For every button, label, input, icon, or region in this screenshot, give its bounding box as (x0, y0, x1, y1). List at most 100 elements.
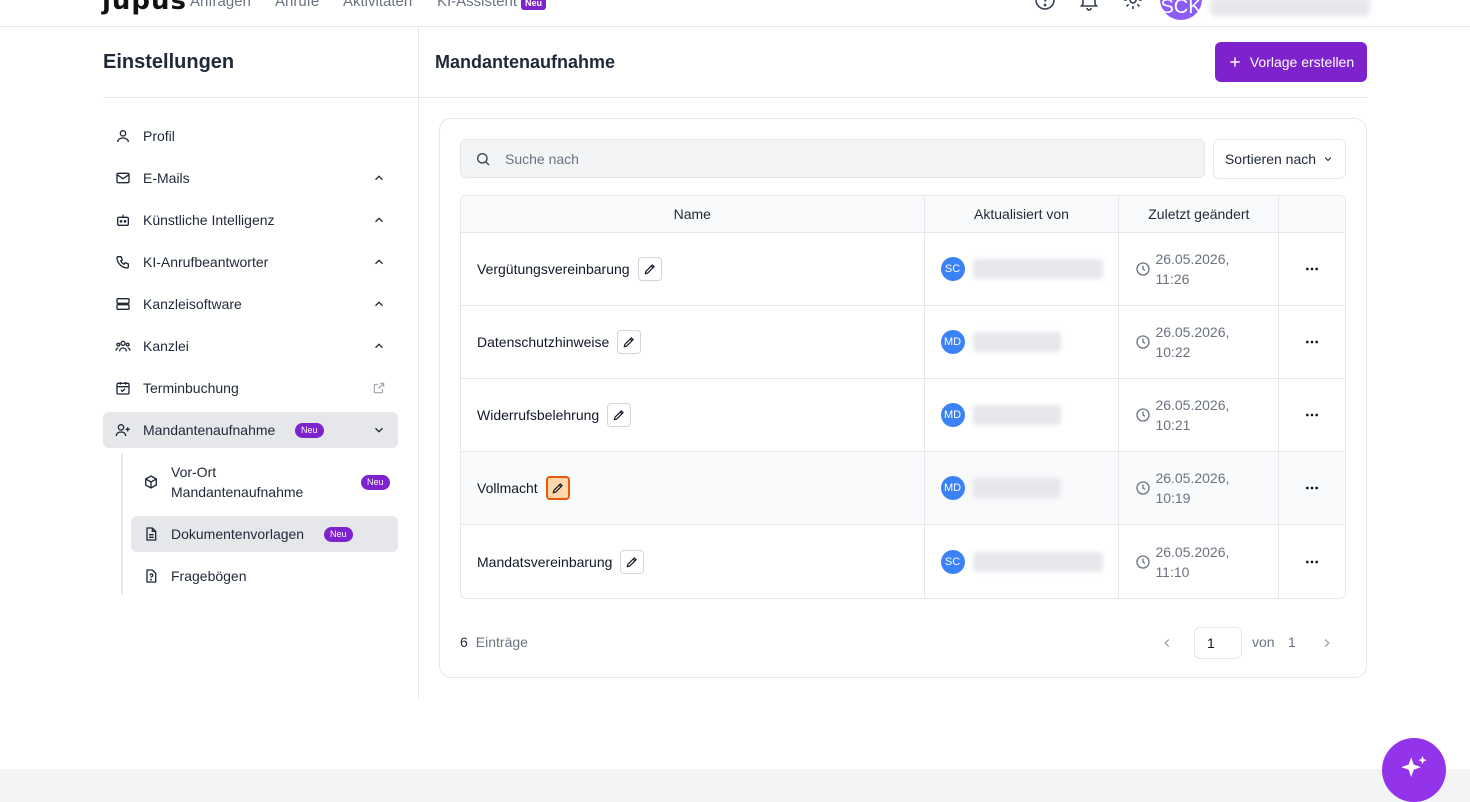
table-row[interactable]: Vergütungsvereinbarung SC 26.05.2026, 11… (461, 233, 1345, 306)
last-changed-date: 26.05.2026, 11:10 (1155, 543, 1230, 580)
user-avatar[interactable]: SCK (1160, 0, 1202, 20)
phone-icon (116, 256, 129, 269)
chevron-up-icon[interactable] (372, 213, 386, 227)
updated-by-cell: MD (924, 452, 1120, 525)
edit-name-button[interactable] (637, 257, 662, 281)
subitem-dokumentenvorlagen[interactable]: Dokumentenvorlagen Neu (131, 516, 398, 552)
entries-label: Einträge (475, 634, 528, 650)
avatar: SC (940, 549, 965, 574)
actions-cell (1279, 525, 1345, 598)
more-horizontal-icon[interactable] (1304, 407, 1320, 423)
table-row[interactable]: Widerrufsbelehrung MD 26.05.2026, 10:21 (461, 379, 1345, 452)
help-icon[interactable] (1033, 0, 1057, 12)
sidebar-item-ki-anrufbeantworter[interactable]: KI-Anrufbeantworter (103, 244, 398, 280)
more-horizontal-icon[interactable] (1304, 334, 1320, 350)
page-number-input[interactable] (1194, 627, 1242, 659)
create-template-button[interactable]: Vorlage erstellen (1215, 42, 1367, 82)
last-changed-date: 26.05.2026, 10:19 (1155, 470, 1230, 506)
edit-name-button[interactable] (620, 549, 645, 574)
sidebar-item-kanzlei[interactable]: Kanzlei (103, 328, 398, 364)
nav-link-aktivitaeten[interactable]: Aktivitäten (343, 0, 412, 10)
sort-dropdown[interactable]: Sortieren nach (1213, 139, 1346, 179)
nav-link-ki-assistent[interactable]: KI-Assistent (437, 0, 517, 10)
sidebar-item-kuenstliche-intelligenz[interactable]: Künstliche Intelligenz (103, 202, 398, 238)
subitem-frageboegen[interactable]: Fragebögen (131, 558, 398, 594)
template-name[interactable]: Vergütungsvereinbarung (477, 261, 630, 277)
search-box[interactable] (460, 139, 1205, 178)
sidebar-item-emails[interactable]: E-Mails (103, 160, 398, 196)
user-initials: SCK (1160, 0, 1202, 18)
ai-assistant-button[interactable] (1382, 738, 1446, 802)
user-name-redacted[interactable] (1210, 0, 1370, 16)
chevron-up-icon[interactable] (372, 255, 386, 269)
sidebar-item-terminbuchung[interactable]: Terminbuchung (103, 370, 398, 406)
template-name[interactable]: Mandatsvereinbarung (477, 554, 612, 570)
submenu-tree-line (121, 454, 123, 594)
app-logo[interactable]: jupus (102, 0, 187, 16)
new-badge: Neu (361, 475, 390, 490)
nav-link-anfragen[interactable]: Anfragen (190, 0, 251, 10)
main-divider (419, 97, 1367, 98)
chevron-down-icon (1324, 157, 1332, 162)
gear-icon[interactable] (1121, 0, 1145, 12)
subitem-label: Fragebögen (171, 568, 247, 584)
external-link-icon[interactable] (372, 381, 386, 395)
subitem-vor-ort-mandantenaufnahme[interactable]: Vor-Ort Mandantenaufnahme Neu (131, 462, 398, 502)
clock-icon (1136, 335, 1151, 349)
template-name[interactable]: Datenschutzhinweise (477, 334, 609, 350)
more-horizontal-icon[interactable] (1304, 261, 1320, 277)
table-row[interactable]: Datenschutzhinweise MD 26.05.2026, 10:22 (461, 306, 1345, 379)
plus-icon (1230, 57, 1240, 67)
sidebar-item-label: Terminbuchung (143, 380, 239, 396)
template-name[interactable]: Vollmacht (477, 480, 538, 496)
avatar: MD (940, 403, 965, 427)
question-document-icon (146, 569, 157, 583)
sidebar-item-profil[interactable]: Profil (103, 118, 398, 154)
pencil-icon (644, 264, 655, 275)
last-changed-date: 26.05.2026, 10:22 (1155, 324, 1230, 360)
ki-assistent-new-badge: Neu (521, 0, 547, 10)
updated-by-cell: SC (925, 525, 1120, 598)
settings-divider (103, 97, 418, 98)
user-name-redacted (972, 259, 1103, 279)
template-name[interactable]: Widerrufsbelehrung (477, 407, 599, 423)
chevron-up-icon[interactable] (372, 297, 386, 311)
clock-icon (1136, 408, 1151, 422)
chevron-left-icon[interactable] (1160, 636, 1174, 650)
sidebar-item-label: Mandantenaufnahme (143, 422, 276, 438)
sidebar-item-mandantenaufnahme[interactable]: Mandantenaufnahme Neu (103, 412, 398, 448)
user-name-redacted (972, 332, 1061, 352)
chevron-up-icon[interactable] (372, 171, 386, 185)
pencil-icon (552, 483, 563, 494)
user-icon (117, 130, 129, 143)
more-horizontal-icon[interactable] (1304, 480, 1320, 496)
column-header-last-changed[interactable]: Zuletzt geändert (1119, 196, 1280, 233)
search-input[interactable] (505, 149, 1185, 169)
edit-name-button[interactable] (607, 403, 632, 427)
chevron-right-icon[interactable] (1320, 636, 1334, 650)
templates-card: Sortieren nach Name Aktualisiert von Zul… (439, 118, 1367, 678)
actions-cell (1279, 233, 1345, 306)
chevron-up-icon[interactable] (372, 339, 386, 353)
page-total: 1 (1288, 634, 1296, 650)
edit-name-button[interactable] (617, 330, 642, 354)
more-horizontal-icon[interactable] (1304, 554, 1320, 570)
chevron-down-icon[interactable] (372, 423, 386, 437)
column-header-updated-by[interactable]: Aktualisiert von (924, 196, 1120, 233)
table-row[interactable]: Mandatsvereinbarung SC 26.05.2026, 11:10 (461, 525, 1345, 598)
column-header-name[interactable]: Name (461, 196, 925, 233)
bell-icon[interactable] (1077, 0, 1101, 12)
page-title: Mandantenaufnahme (435, 52, 616, 72)
name-cell: Mandatsvereinbarung (461, 525, 925, 598)
table-row[interactable]: Vollmacht MD 26.05.2026, 10:19 (461, 452, 1345, 525)
sidebar-item-kanzleisoftware[interactable]: Kanzleisoftware (103, 286, 398, 322)
nav-link-anrufe[interactable]: Anrufe (275, 0, 319, 10)
user-plus-icon (115, 424, 130, 437)
sidebar-item-label: E-Mails (143, 170, 190, 186)
avatar: MD (940, 476, 965, 500)
column-header-actions (1279, 196, 1345, 233)
create-template-label: Vorlage erstellen (1249, 54, 1355, 70)
edit-name-button[interactable] (545, 476, 570, 500)
name-cell: Datenschutzhinweise (461, 306, 925, 379)
sidebar-item-label: Profil (143, 128, 175, 144)
